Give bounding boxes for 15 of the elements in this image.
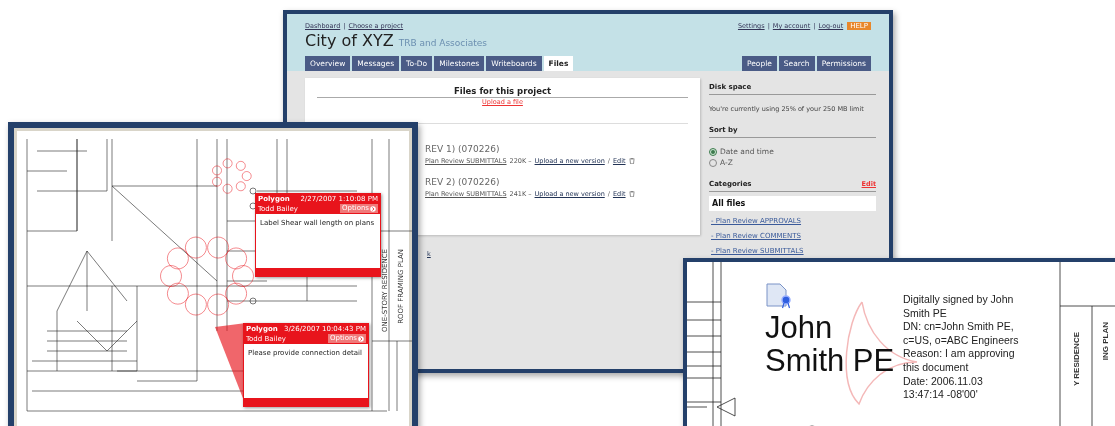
file-name: REV 2) (070226) [425, 177, 501, 187]
trash-icon[interactable] [628, 158, 635, 164]
certificate-icon [766, 283, 791, 309]
title-block-text: ING PLAN [1101, 322, 1110, 361]
project-title: City of XYZ [305, 31, 394, 50]
signer-name: John Smith PE [765, 311, 895, 377]
signature-details: Digitally signed by John Smith PE DN: cn=John Smith PE, c=US, o=ABC Engineers Reason: I am approving this document Date: 2006.11.03 13:47:14 -08'00' [903, 293, 1019, 402]
title-block-text: Y RESIDENCE [1072, 332, 1081, 387]
file-name: REV 1) (070226) [425, 144, 501, 154]
trash-icon[interactable] [628, 191, 635, 197]
revision-cloud-drawing [212, 158, 252, 194]
category-item[interactable]: All files [709, 196, 876, 211]
files-heading: Files for this project [317, 86, 688, 98]
company-name: TRB and Associates [398, 38, 487, 48]
radio-button[interactable] [709, 147, 717, 156]
